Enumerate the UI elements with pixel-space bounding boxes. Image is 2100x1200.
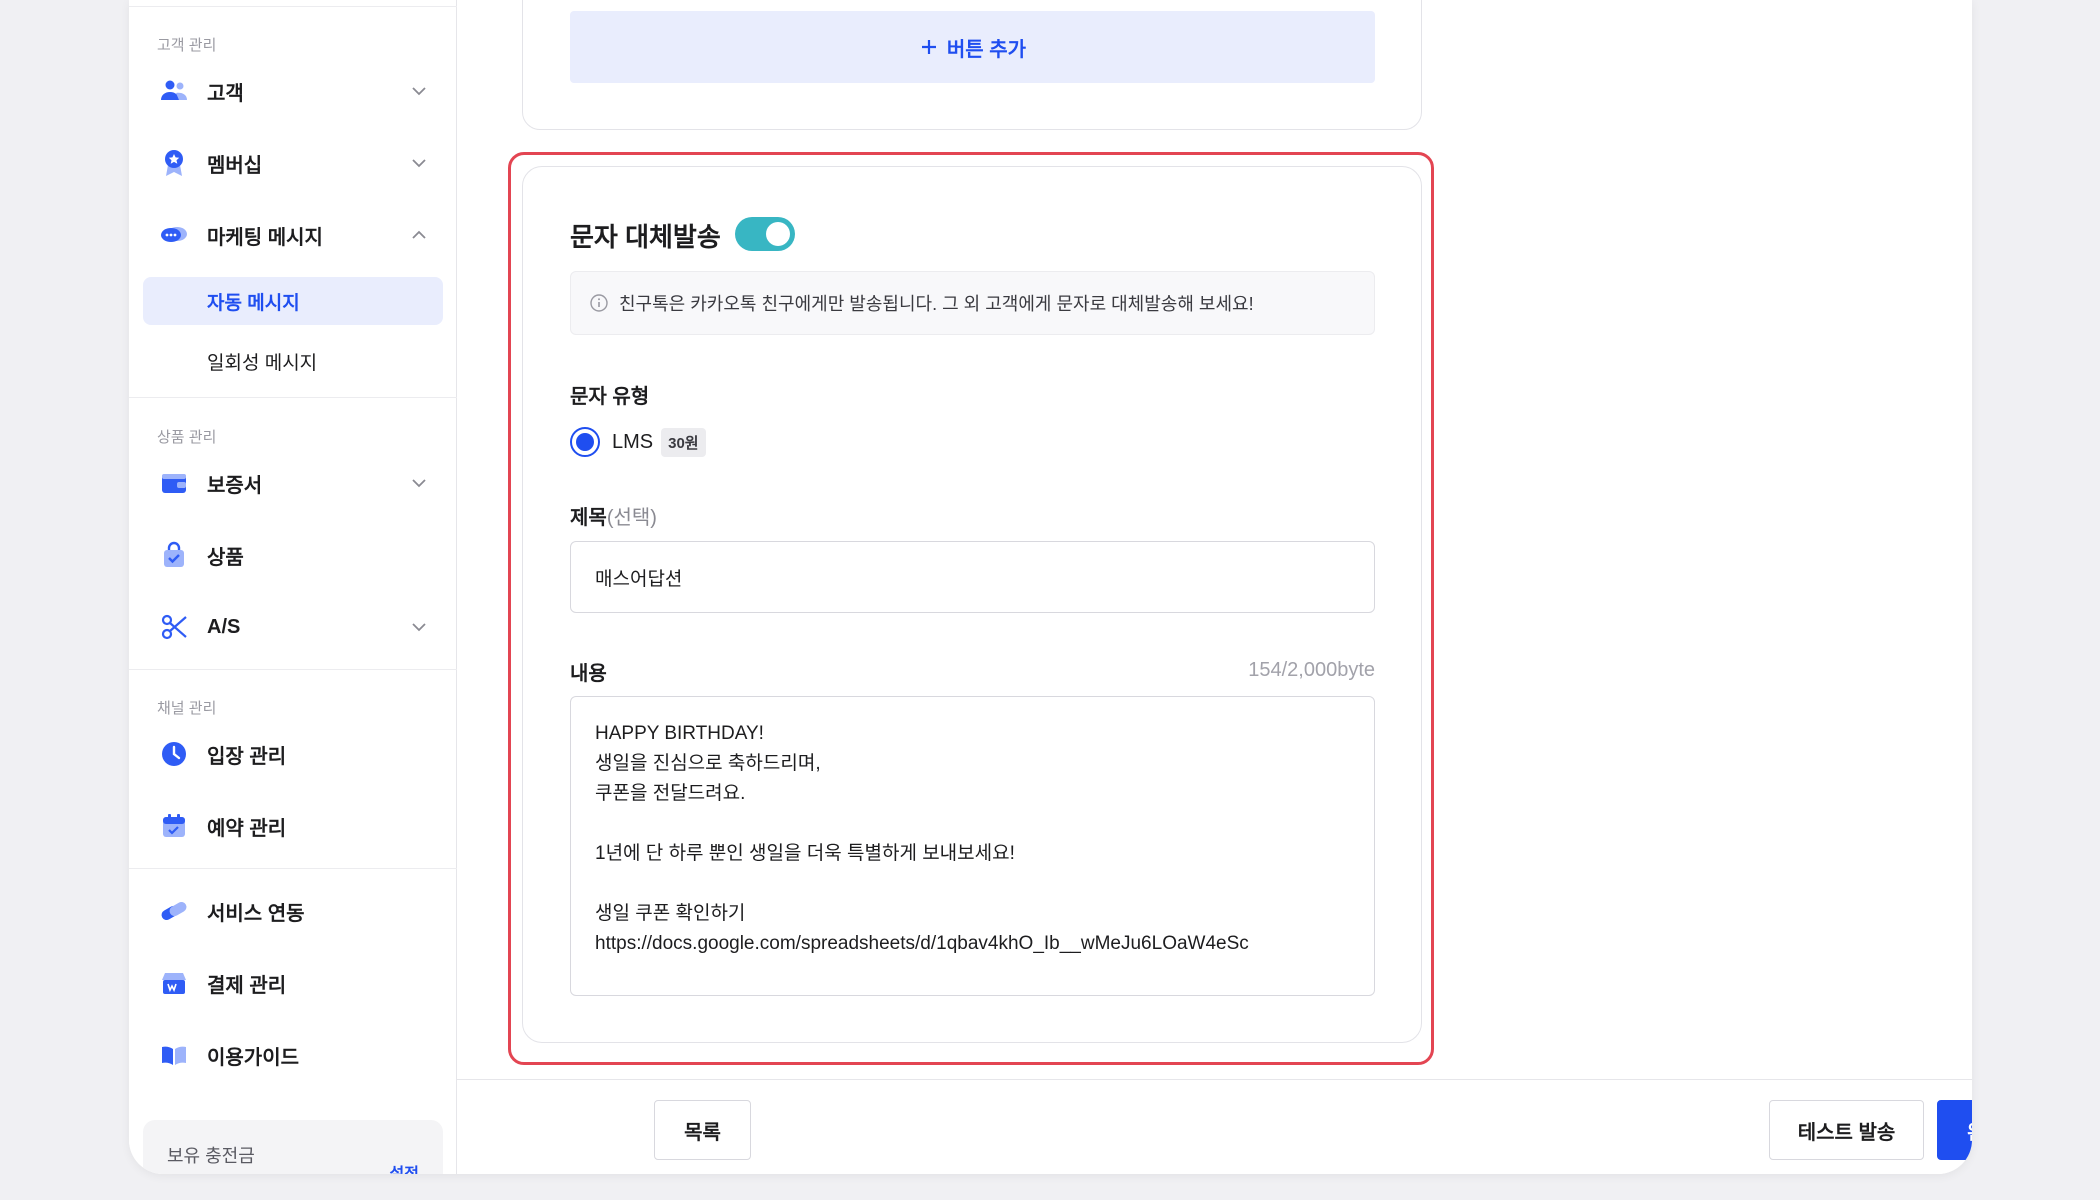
sidebar-item-guide[interactable]: 이용가이드	[143, 1031, 443, 1079]
info-icon	[590, 294, 608, 312]
sidebar-label: 결제 관리	[207, 974, 287, 997]
chevron-down-icon[interactable]	[409, 473, 429, 493]
sidebar-item-as[interactable]: A/S	[143, 603, 443, 651]
main-content: 버튼 추가 문자 대체발송 친구톡은 카카오톡 친구에게만 발송됩니다. 그 외…	[457, 0, 1972, 1174]
content-line: https://docs.google.com/spreadsheets/d/1…	[595, 933, 1249, 954]
link-icon	[159, 896, 189, 926]
sidebar-item-payment[interactable]: 결제 관리	[143, 959, 443, 1007]
section-title-customer: 고객 관리	[157, 37, 217, 54]
scissors-icon	[159, 612, 189, 642]
chevron-down-icon[interactable]	[409, 153, 429, 173]
sidebar-label: 보증서	[207, 474, 263, 497]
section-title-channel: 채널 관리	[157, 700, 217, 717]
award-icon	[159, 148, 189, 178]
chevron-up-icon[interactable]	[409, 225, 429, 245]
sidebar-item-membership[interactable]: 멤버십	[143, 139, 443, 187]
sms-fallback-toggle[interactable]	[735, 217, 795, 251]
message-type-option-lms[interactable]: LMS 30원	[570, 425, 706, 459]
store-icon	[159, 968, 189, 998]
subject-optional-text: (선택)	[606, 507, 657, 529]
balance-settings-link[interactable]: 설정	[390, 1160, 419, 1174]
subject-input[interactable]: 매스어답션	[570, 541, 1375, 613]
clock-icon	[159, 739, 189, 769]
sidebar-label: 이용가이드	[207, 1046, 299, 1069]
sidebar-label: 일회성 메시지	[207, 352, 318, 374]
content-line: 쿠폰을 전달드려요.	[595, 783, 746, 804]
sidebar-item-reservation[interactable]: 예약 관리	[143, 802, 443, 850]
info-text: 친구톡은 카카오톡 친구에게만 발송됩니다. 그 외 고객에게 문자로 대체발송…	[619, 294, 1254, 314]
app-window: 고객 관리 고객 멤버십 마케팅 메시지 자동 메시지 일회성 메시지 상품 관…	[129, 0, 1972, 1174]
action-footer: 목록 테스트 발송 완료	[457, 1079, 1972, 1174]
add-button-button[interactable]: 버튼 추가	[570, 11, 1375, 83]
price-badge: 30원	[661, 427, 706, 457]
sidebar-item-service-link[interactable]: 서비스 연동	[143, 887, 443, 935]
balance-label: 보유 충전금	[167, 1146, 255, 1166]
sidebar-label: 상품	[207, 546, 244, 569]
content-label: 내용	[570, 663, 607, 685]
customers-icon	[159, 76, 189, 106]
toggle-knob	[766, 222, 790, 246]
sidebar-divider	[129, 6, 457, 7]
section-title-product: 상품 관리	[157, 429, 217, 446]
sidebar-label: 서비스 연동	[207, 902, 305, 925]
subject-label-text: 제목	[570, 507, 607, 529]
wallet-icon	[159, 468, 189, 498]
test-send-button[interactable]: 테스트 발송	[1769, 1100, 1924, 1160]
sidebar-divider	[129, 397, 457, 398]
content-line	[595, 809, 1350, 839]
chevron-down-icon[interactable]	[409, 81, 429, 101]
sidebar-item-entry[interactable]: 입장 관리	[143, 730, 443, 778]
sidebar-item-customer[interactable]: 고객	[143, 67, 443, 115]
sidebar-label: 마케팅 메시지	[207, 226, 323, 249]
radio-button[interactable]	[570, 427, 600, 457]
sidebar-label: 자동 메시지	[207, 292, 300, 314]
radio-dot	[576, 433, 594, 451]
sidebar-label: 입장 관리	[207, 745, 287, 768]
radio-label: LMS	[612, 430, 654, 453]
plus-icon	[921, 40, 936, 54]
chat-bubbles-icon	[159, 220, 189, 250]
content-line: 1년에 단 하루 뿐인 생일을 더욱 특별하게 보내보세요!	[595, 843, 1015, 864]
shopping-bag-icon	[159, 540, 189, 570]
sidebar-label: 예약 관리	[207, 817, 287, 840]
list-button[interactable]: 목록	[654, 1100, 751, 1160]
content-textarea[interactable]: HAPPY BIRTHDAY! 생일을 진심으로 축하드리며, 쿠폰을 전달드려…	[570, 696, 1375, 996]
balance-panel: 보유 충전금 설정	[143, 1120, 443, 1174]
message-type-label: 문자 유형	[570, 386, 650, 408]
button-settings-card: 버튼 추가	[522, 0, 1422, 130]
sidebar-item-warranty[interactable]: 보증서	[143, 459, 443, 507]
sms-fallback-title: 문자 대체발송	[570, 222, 721, 252]
content-line: 생일 쿠폰 확인하기	[595, 903, 746, 924]
sidebar-label: 고객	[207, 82, 244, 105]
sidebar-label: A/S	[207, 615, 241, 638]
content-line	[595, 869, 1350, 899]
sidebar-item-product[interactable]: 상품	[143, 531, 443, 579]
subject-label: 제목(선택)	[570, 501, 657, 530]
byte-counter: 154/2,000byte	[1248, 659, 1375, 681]
sidebar-label: 멤버십	[207, 154, 263, 177]
sidebar-divider	[129, 669, 457, 670]
sidebar-subitem-auto-message[interactable]: 자동 메시지	[143, 277, 443, 325]
sidebar-divider	[129, 868, 457, 869]
sidebar-item-marketing-message[interactable]: 마케팅 메시지	[143, 211, 443, 259]
complete-button[interactable]: 완료	[1937, 1100, 1972, 1160]
content-line: HAPPY BIRTHDAY!	[595, 723, 764, 744]
chevron-down-icon[interactable]	[409, 617, 429, 637]
sidebar-subitem-one-time-message[interactable]: 일회성 메시지	[143, 337, 443, 385]
add-button-label: 버튼 추가	[946, 38, 1027, 61]
sms-fallback-card: 문자 대체발송 친구톡은 카카오톡 친구에게만 발송됩니다. 그 외 고객에게 …	[522, 166, 1422, 1043]
content-line: 생일을 진심으로 축하드리며,	[595, 753, 821, 774]
calendar-icon	[159, 811, 189, 841]
info-notice: 친구톡은 카카오톡 친구에게만 발송됩니다. 그 외 고객에게 문자로 대체발송…	[570, 271, 1375, 335]
book-icon	[159, 1040, 189, 1070]
sidebar: 고객 관리 고객 멤버십 마케팅 메시지 자동 메시지 일회성 메시지 상품 관…	[129, 0, 457, 1174]
